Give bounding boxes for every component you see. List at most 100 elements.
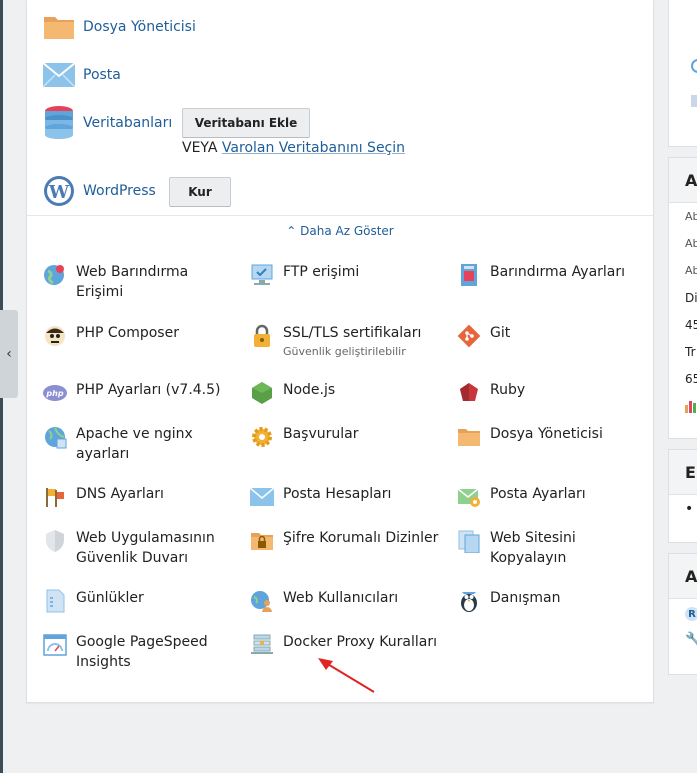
tool-label: Docker Proxy Kuralları: [283, 634, 437, 650]
envelope-icon: [250, 485, 274, 509]
tool-item[interactable]: Ruby: [457, 380, 642, 405]
tool-text: Web Sitesini Kopyalayın: [490, 528, 642, 568]
sidebar-info-row: 45: [685, 317, 697, 332]
tool-item[interactable]: DNS Ayarları: [43, 484, 238, 509]
sidebar-card-info: A Ab Ab Ab Di 45 Tr 65: [668, 157, 697, 439]
tool-item[interactable]: Danışman: [457, 588, 642, 613]
tool-text: Başvurular: [283, 424, 359, 444]
folder-icon: [43, 11, 75, 43]
svg-text:php: php: [45, 389, 63, 398]
mail-settings-icon: [457, 485, 481, 509]
add-database-button[interactable]: Veritabanı Ekle: [182, 108, 310, 138]
tool-item[interactable]: php PHP Ayarları (v7.4.5): [43, 380, 238, 405]
tool-item[interactable]: Barındırma Ayarları: [457, 262, 642, 287]
tool-label: Web Barındırma Erişimi: [76, 264, 189, 300]
tool-item[interactable]: Web Uygulamasının Güvenlik Duvarı: [43, 528, 238, 568]
tool-sublabel: Güvenlik geliştirilebilir: [283, 345, 406, 358]
tool-item[interactable]: Node.js: [250, 380, 445, 405]
tool-text: Node.js: [283, 380, 335, 400]
tool-item[interactable]: Google PageSpeed Insights: [43, 632, 238, 672]
tool-text: Git: [490, 323, 510, 343]
tool-text: Web Uygulamasının Güvenlik Duvarı: [76, 528, 238, 568]
tool-item[interactable]: Docker Proxy Kuralları: [250, 632, 445, 657]
web-users-icon: [250, 589, 274, 613]
tool-text: PHP Ayarları (v7.4.5): [76, 380, 221, 400]
tool-item[interactable]: Posta Hesapları: [250, 484, 445, 509]
sidebar-badge[interactable]: R: [685, 607, 697, 621]
svg-text:W: W: [48, 182, 70, 203]
tool-label: PHP Composer: [76, 325, 179, 341]
tool-label: Node.js: [283, 382, 336, 398]
tool-label: Dosya Yöneticisi: [490, 426, 603, 442]
mail-label: Posta: [83, 67, 121, 83]
sidebar-card-info-title: A: [669, 158, 697, 203]
tool-label: Git: [490, 325, 511, 341]
tool-item[interactable]: Posta Ayarları: [457, 484, 642, 509]
envelope-icon: [43, 59, 75, 91]
tool-item[interactable]: Günlükler: [43, 588, 238, 613]
tool-text: Barındırma Ayarları: [490, 262, 625, 282]
sidebar-card-top: [668, 0, 697, 147]
wrench-icon: 🔧: [685, 632, 697, 648]
tool-text: Ruby: [490, 380, 525, 400]
tool-text: Danışman: [490, 588, 561, 608]
tool-item[interactable]: Başvurular: [250, 424, 445, 449]
tool-label: Google PageSpeed Insights: [76, 634, 208, 670]
ftp-monitor-icon: [250, 263, 274, 287]
databases-link[interactable]: Veritabanları: [43, 106, 172, 139]
penguin-advisor-icon: [457, 589, 481, 613]
sidebar-bullet: •: [685, 500, 694, 517]
pagespeed-icon: [43, 633, 67, 657]
tool-text: SSL/TLS sertifikaları Güvenlik geliştiril…: [283, 323, 421, 358]
settings-icon: [691, 95, 697, 107]
select-database-line: VEYA Varolan Veritabanını Seçin: [182, 140, 405, 156]
tool-item[interactable]: SSL/TLS sertifikaları Güvenlik geliştiril…: [250, 323, 445, 358]
tool-item[interactable]: Web Sitesini Kopyalayın: [457, 528, 642, 568]
tool-text: Posta Hesapları: [283, 484, 391, 504]
tool-label: Barındırma Ayarları: [490, 264, 626, 280]
tool-text: Google PageSpeed Insights: [76, 632, 238, 672]
database-icon: [43, 106, 75, 139]
gear-icon: [250, 425, 274, 449]
sidebar-info-row: Di: [685, 290, 697, 305]
wordpress-link[interactable]: W WordPress: [43, 175, 156, 207]
tool-label: Danışman: [490, 590, 561, 606]
websites-domains-panel: Dosya Yöneticisi Posta Veritabanları Ver…: [26, 0, 654, 703]
statistics-chart-icon: [685, 398, 697, 417]
sidebar-card-2-title: E: [669, 450, 697, 495]
tool-text: Web Barındırma Erişimi: [76, 262, 238, 302]
install-wordpress-button[interactable]: Kur: [169, 177, 231, 207]
php-icon: php: [43, 381, 67, 405]
tool-label: Posta Hesapları: [283, 486, 392, 502]
tool-item[interactable]: Apache ve nginx ayarları: [43, 424, 238, 464]
tool-item[interactable]: Web Barındırma Erişimi: [43, 262, 238, 302]
file-manager-link[interactable]: Dosya Yöneticisi: [43, 11, 196, 43]
docker-proxy-icon: [250, 633, 274, 657]
sidebar-info-row: 65: [685, 371, 697, 386]
tool-item[interactable]: Şifre Korumalı Dizinler: [250, 528, 445, 553]
tool-text: Şifre Korumalı Dizinler: [283, 528, 438, 548]
sidebar-info-row: Ab: [685, 237, 697, 250]
tool-text: DNS Ayarları: [76, 484, 164, 504]
tool-item[interactable]: FTP erişimi: [250, 262, 445, 287]
log-document-icon: [43, 589, 67, 613]
tool-label: Posta Ayarları: [490, 486, 586, 502]
mail-link[interactable]: Posta: [43, 59, 121, 91]
tool-item[interactable]: Web Kullanıcıları: [250, 588, 445, 613]
file-manager-label: Dosya Yöneticisi: [83, 19, 196, 35]
tool-text: Posta Ayarları: [490, 484, 586, 504]
tool-text: Dosya Yöneticisi: [490, 424, 603, 444]
tool-label: FTP erişimi: [283, 264, 360, 280]
nodejs-icon: [250, 381, 274, 405]
tool-item[interactable]: PHP Composer: [43, 323, 238, 348]
tool-item[interactable]: Git: [457, 323, 642, 348]
sidebar-info-row: Ab: [685, 210, 697, 223]
ruby-icon: [457, 381, 481, 405]
tool-text: Günlükler: [76, 588, 144, 608]
globe-person-icon: [43, 263, 67, 287]
tool-text: PHP Composer: [76, 323, 179, 343]
tool-item[interactable]: Dosya Yöneticisi: [457, 424, 642, 449]
select-existing-database-link[interactable]: Varolan Veritabanını Seçin: [222, 140, 405, 156]
collapse-sidebar-button[interactable]: ‹: [0, 310, 18, 398]
show-less-toggle[interactable]: ⌃ Daha Az Göster: [27, 224, 653, 238]
